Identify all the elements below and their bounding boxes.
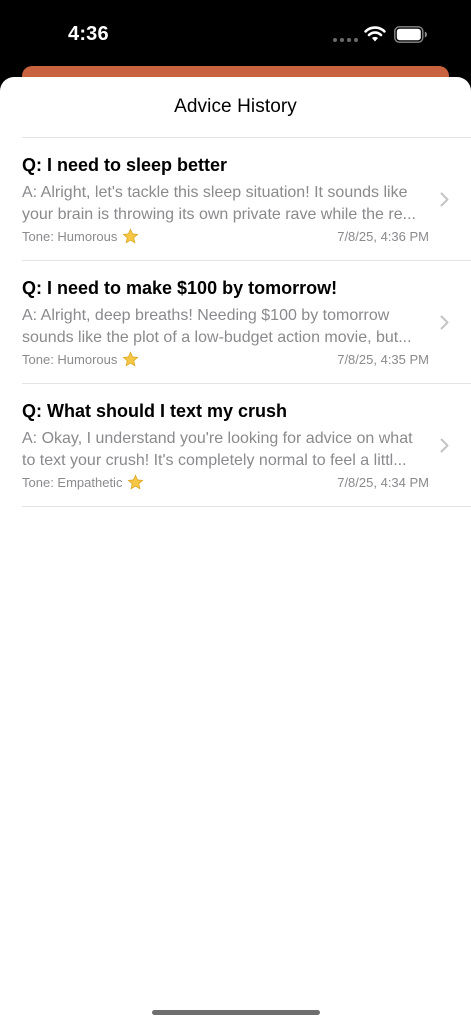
row-tone: Tone: Empathetic [22,474,144,491]
row-answer-preview: A: Alright, let's tackle this sleep situ… [22,184,416,223]
battery-icon [394,26,427,43]
row-tone-label: Tone: Humorous [22,352,118,367]
history-row[interactable]: Q: What should I text my crush A: Okay, … [22,384,471,507]
history-row[interactable]: Q: I need to make $100 by tomorrow! A: A… [22,261,471,384]
advice-history-sheet: Advice History Q: I need to sleep better… [0,77,471,1024]
page-title: Advice History [174,96,297,117]
row-answer-preview: A: Alright, deep breaths! Needing $100 b… [22,307,412,346]
star-icon [122,228,139,244]
row-tone: Tone: Humorous [22,228,139,245]
signal-dots-icon [333,38,358,42]
row-tone: Tone: Humorous [22,351,139,368]
chevron-right-icon [440,315,449,330]
row-date: 7/8/25, 4:34 PM [337,475,429,490]
star-icon [128,474,144,490]
row-tone-label: Tone: Humorous [22,229,118,244]
row-tone-label: Tone: Empathetic [22,475,123,490]
row-question: Q: I need to sleep better [22,155,228,175]
advice-history-list: Q: I need to sleep better A: Alright, le… [22,137,471,507]
row-date: 7/8/25, 4:35 PM [337,352,429,367]
row-question: Q: I need to make $100 by tomorrow! [22,278,338,298]
status-bar: 4:36 [0,0,471,70]
chevron-right-icon [440,192,449,207]
chevron-right-icon [440,438,449,453]
history-row[interactable]: Q: I need to sleep better A: Alright, le… [22,138,471,261]
row-date: 7/8/25, 4:36 PM [337,229,429,244]
wifi-icon [364,26,386,42]
star-icon [122,351,139,367]
status-time: 4:36 [68,23,109,45]
row-answer-preview: A: Okay, I understand you're looking for… [22,430,413,469]
home-indicator[interactable] [152,1010,320,1015]
row-question: Q: What should I text my crush [22,401,288,421]
